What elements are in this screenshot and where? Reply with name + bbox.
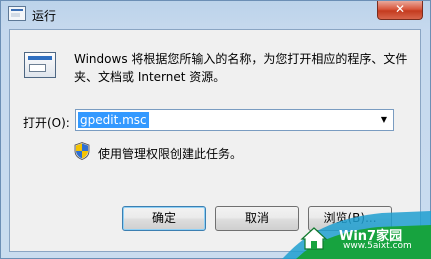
open-combobox[interactable]: gpedit.msc ▼ xyxy=(75,109,394,131)
run-program-icon xyxy=(24,52,56,78)
ok-button[interactable]: 确定 xyxy=(122,206,206,231)
open-input-value[interactable]: gpedit.msc xyxy=(78,112,149,128)
run-icon xyxy=(8,6,26,21)
close-button[interactable]: ✕ xyxy=(377,1,423,20)
watermark-site: www.5aixt.com xyxy=(343,241,412,251)
uac-shield-icon xyxy=(74,142,90,160)
dialog-description: Windows 将根据您所输入的名称，为您打开相应的程序、文件夹、文档或 Int… xyxy=(74,52,408,84)
icon-textbox xyxy=(29,64,46,72)
open-label: 打开(O): xyxy=(23,116,70,130)
title-bar[interactable]: 运行 ✕ xyxy=(1,1,430,29)
chevron-down-icon[interactable]: ▼ xyxy=(377,112,391,128)
admin-privilege-note: 使用管理权限创建此任务。 xyxy=(98,147,243,161)
icon-titlebar xyxy=(28,56,52,60)
window-title: 运行 xyxy=(32,9,57,23)
